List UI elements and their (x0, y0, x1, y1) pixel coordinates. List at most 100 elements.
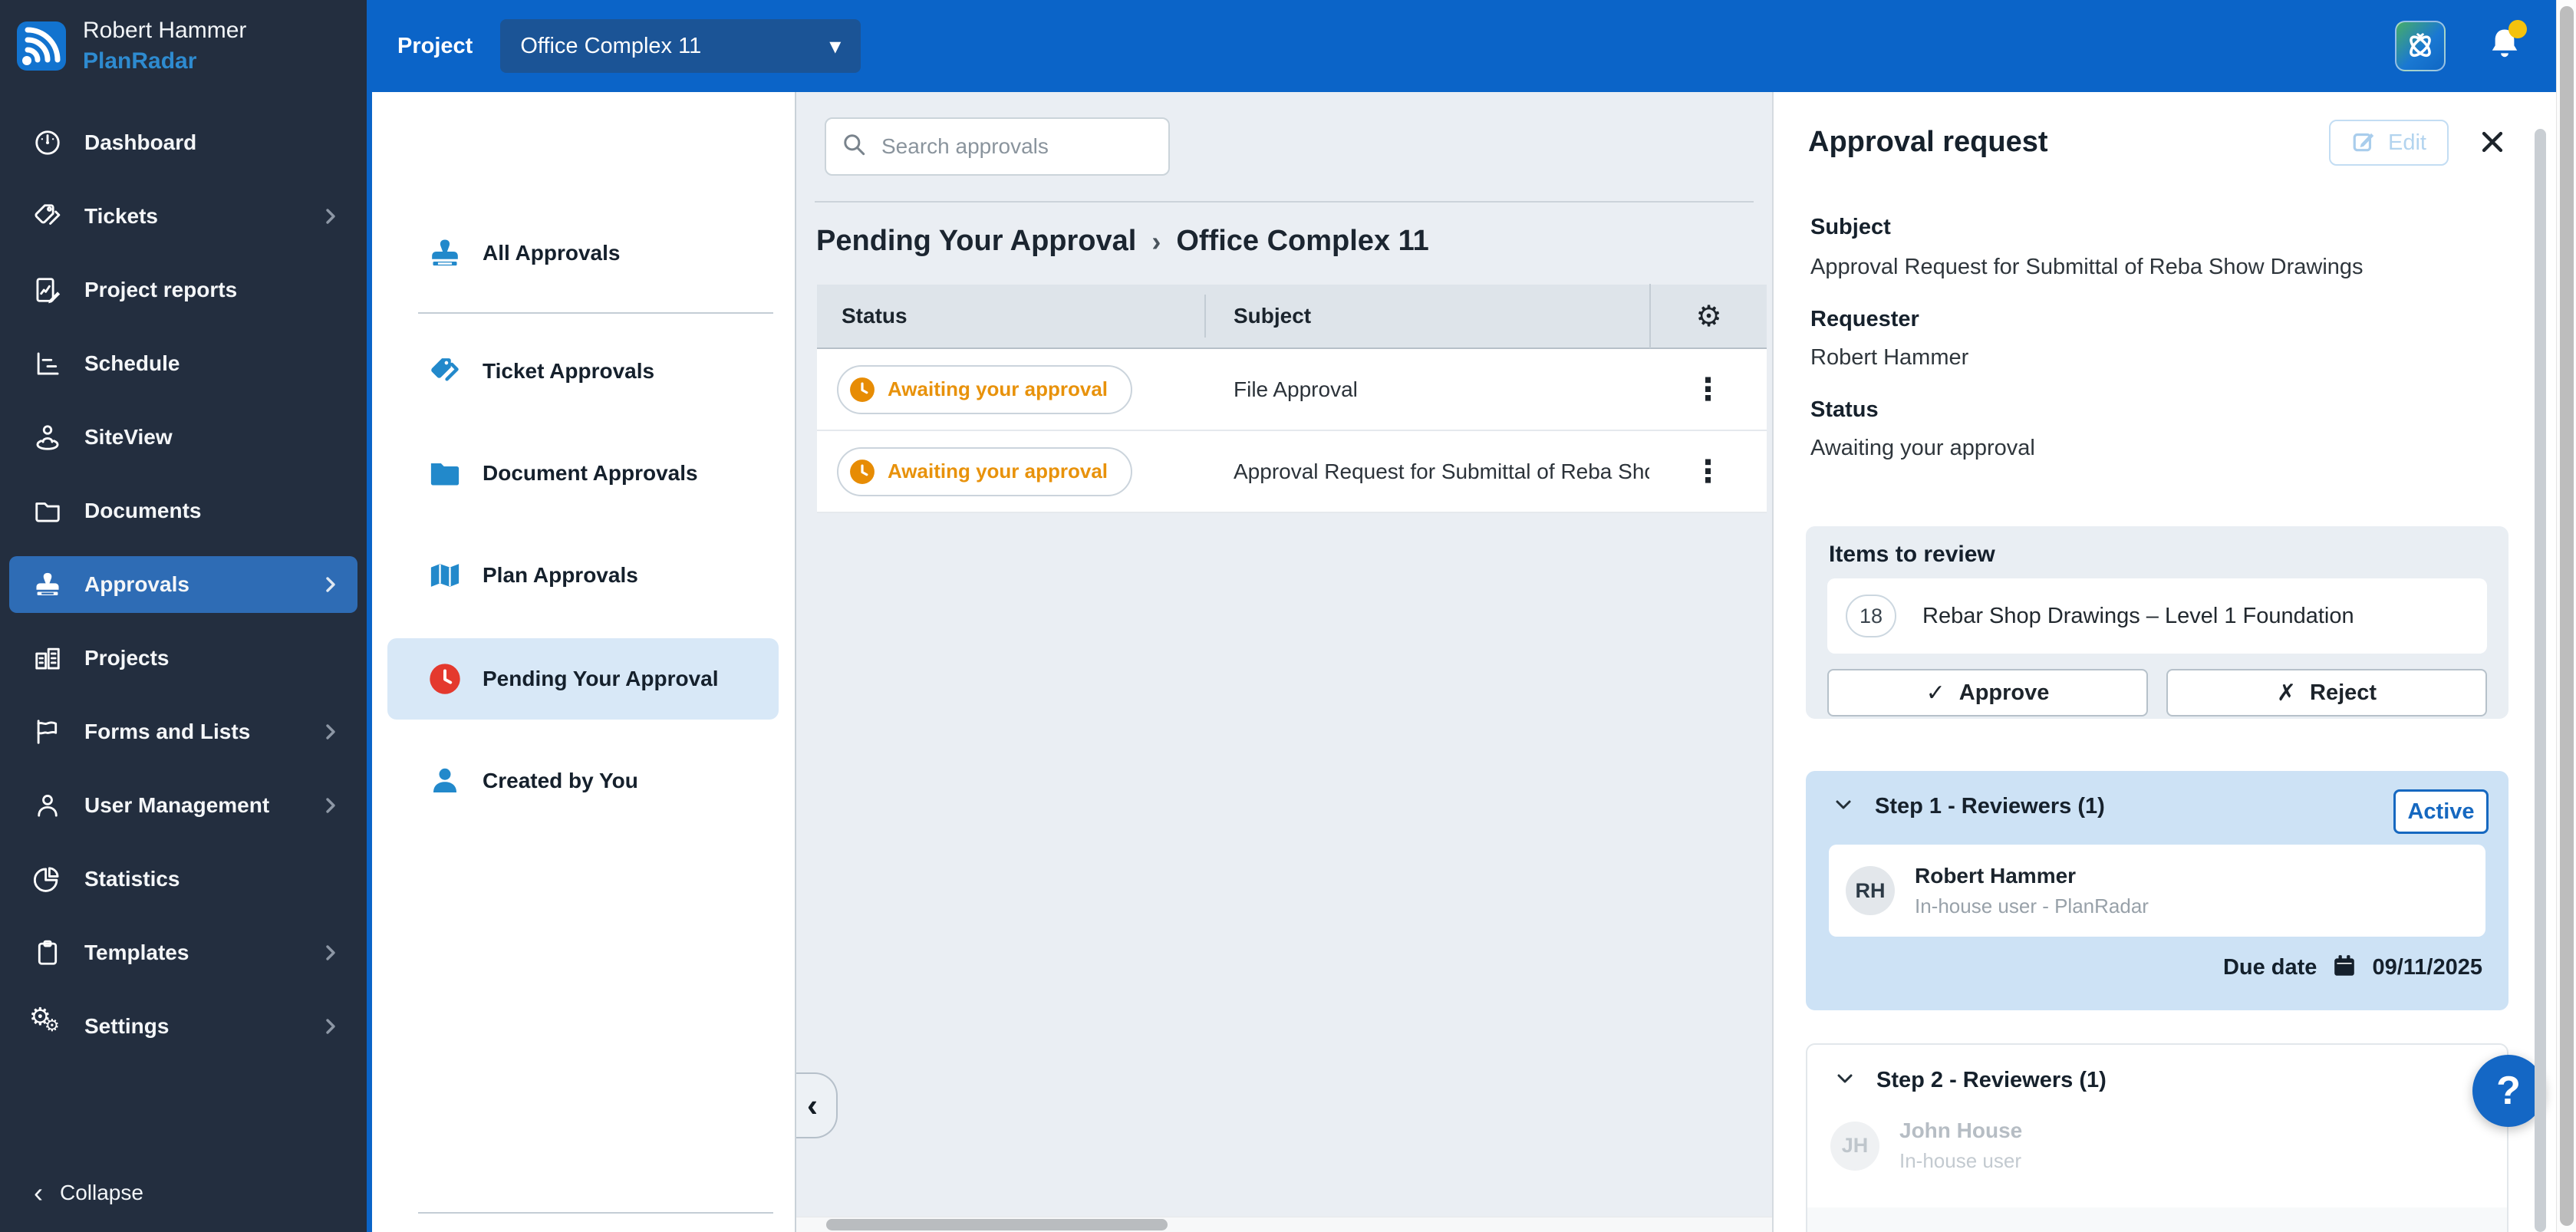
folder-icon (427, 458, 463, 489)
sidebar-item-label: Forms and Lists (84, 720, 251, 743)
approvals-table: Status Subject ⚙ Awaiting your approval … (817, 284, 1767, 513)
person-icon (427, 766, 463, 796)
step-2-footer (1807, 1207, 2507, 1232)
sidebar-item-user-management[interactable]: User Management (0, 769, 367, 842)
breadcrumb-current: Office Complex 11 (1176, 224, 1429, 257)
category-label: All Approvals (483, 241, 621, 265)
step-1-active-badge: Active (2393, 789, 2489, 834)
sidebar-collapse-button[interactable]: ‹ Collapse (0, 1168, 367, 1218)
sidebar-item-tickets[interactable]: Tickets (0, 180, 367, 253)
sidebar-item-approvals-wrap: Approvals (0, 548, 367, 621)
step-2-title: Step 2 - Reviewers (1) (1876, 1068, 2107, 1092)
user-text: Robert Hammer PlanRadar (83, 18, 246, 74)
requester-label: Requester (1810, 307, 1919, 331)
clock-icon (850, 459, 875, 484)
horizontal-scrollbar (796, 1217, 1772, 1232)
search-input[interactable] (881, 134, 1135, 159)
column-header-status[interactable]: Status (817, 304, 1204, 328)
review-item-row[interactable]: 18 Rebar Shop Drawings – Level 1 Foundat… (1827, 578, 2487, 654)
top-bar: Project Office Complex 11 ▾ (368, 0, 2556, 92)
reviewer-card[interactable]: RH Robert Hammer In-house user - PlanRad… (1829, 845, 2485, 937)
clipboard-icon (31, 938, 64, 967)
sidebar-item-forms-and-lists[interactable]: Forms and Lists (0, 695, 367, 769)
category-all-approvals[interactable]: All Approvals (372, 219, 795, 288)
project-selector[interactable]: Office Complex 11 ▾ (500, 19, 861, 73)
divider (815, 201, 1754, 203)
breadcrumb-parent[interactable]: Pending Your Approval (816, 225, 1136, 258)
user-name: Robert Hammer (83, 18, 247, 43)
pie-chart-icon (31, 865, 64, 894)
chevron-right-icon (318, 722, 341, 742)
question-mark-icon: ? (2496, 1069, 2521, 1113)
panel-title: Approval request (1808, 126, 2048, 158)
sidebar-nav: Dashboard Tickets Project reports Schedu… (0, 106, 367, 1063)
breadcrumb-separator-icon: › (1151, 226, 1161, 257)
approval-request-panel: Approval request Edit Subject Approval R… (1772, 92, 2556, 1232)
sidebar-item-label: Tickets (84, 204, 158, 228)
approve-button[interactable]: ✓ Approve (1827, 669, 2148, 716)
planradar-app: Project Office Complex 11 ▾ Robert Hamme… (0, 0, 2576, 1232)
reviewer-info: Robert Hammer In-house user - PlanRadar (1915, 864, 2149, 918)
column-collapse-handle[interactable]: ‹ (795, 1072, 838, 1138)
sidebar-accent-line (367, 0, 372, 1232)
search-box[interactable] (825, 117, 1170, 176)
table-row[interactable]: Awaiting your approval Approval Request … (817, 431, 1767, 513)
step-1-header[interactable]: Step 1 - Reviewers (1) (1832, 794, 2105, 819)
sidebar-item-settings[interactable]: ⚙ ⚙ Settings (0, 990, 367, 1063)
item-number-badge: 18 (1846, 595, 1896, 637)
reviewer-card: JH John House In-house user (1830, 1118, 2022, 1173)
row-actions: ⋮ (1649, 374, 1767, 405)
due-date-label: Due date (2222, 955, 2317, 980)
table-settings-button[interactable]: ⚙ (1649, 284, 1767, 348)
category-plan-approvals[interactable]: Plan Approvals (372, 541, 795, 610)
decision-buttons: ✓ Approve ✗ Reject (1827, 669, 2487, 716)
report-icon (31, 275, 64, 305)
horizontal-scrollbar-thumb[interactable] (826, 1219, 1168, 1230)
sidebar-item-approvals[interactable]: Approvals (9, 556, 357, 613)
panel-scrollbar-thumb[interactable] (2535, 129, 2546, 1232)
sidebar-item-statistics[interactable]: Statistics (0, 842, 367, 916)
due-date-value: 09/11/2025 (2372, 955, 2482, 980)
subject-value: Approval Request for Submittal of Reba S… (1810, 255, 2364, 279)
sidebar-item-templates[interactable]: Templates (0, 916, 367, 990)
table-row[interactable]: Awaiting your approval File Approval ⋮ (817, 349, 1767, 431)
chevron-left-icon: ‹ (34, 1177, 43, 1208)
close-panel-button[interactable] (2479, 129, 2508, 158)
sidebar-item-projects[interactable]: Projects (0, 621, 367, 695)
category-created-by-you[interactable]: Created by You (372, 746, 795, 815)
clock-icon (850, 377, 875, 402)
notifications-button[interactable] (2487, 20, 2527, 66)
cross-icon: ✗ (2276, 680, 2297, 706)
sidebar-item-documents[interactable]: Documents (0, 474, 367, 548)
kebab-menu-icon[interactable]: ⋮ (1693, 456, 1724, 487)
reviewer-role: In-house user (1899, 1149, 2021, 1172)
approvals-list-area: Pending Your Approval › Office Complex 1… (795, 92, 1772, 1232)
category-pending-your-approval[interactable]: Pending Your Approval (387, 638, 779, 720)
page-scrollbar-thumb[interactable] (2560, 6, 2574, 1226)
app-switcher-button[interactable] (2395, 21, 2446, 71)
sidebar-item-label: Approvals (84, 572, 189, 596)
reject-button[interactable]: ✗ Reject (2166, 669, 2487, 716)
sidebar-item-schedule[interactable]: Schedule (0, 327, 367, 400)
chevron-right-icon (318, 1016, 341, 1036)
edit-button-label: Edit (2388, 130, 2426, 155)
kebab-menu-icon[interactable]: ⋮ (1693, 374, 1724, 405)
topbar-actions (2395, 0, 2527, 92)
user-block[interactable]: Robert Hammer PlanRadar (0, 0, 367, 92)
sidebar-item-siteview[interactable]: SiteView (0, 400, 367, 474)
edit-button[interactable]: Edit (2329, 120, 2449, 166)
column-header-subject[interactable]: Subject (1204, 295, 1649, 338)
table-header: Status Subject ⚙ (817, 284, 1767, 349)
sidebar-item-dashboard[interactable]: Dashboard (0, 106, 367, 180)
subject-cell: Approval Request for Submittal of Reba S… (1234, 459, 1649, 483)
category-document-approvals[interactable]: Document Approvals (372, 439, 795, 508)
chevron-right-icon (318, 796, 341, 815)
sidebar-item-label: Documents (84, 499, 202, 522)
chevron-down-icon: ▾ (829, 33, 842, 59)
category-ticket-approvals[interactable]: Ticket Approvals (372, 337, 795, 406)
help-button[interactable]: ? (2472, 1055, 2545, 1127)
subject-cell: File Approval (1234, 377, 1358, 401)
sidebar-item-project-reports[interactable]: Project reports (0, 253, 367, 327)
search-icon (842, 132, 868, 162)
step-2-header[interactable]: Step 2 - Reviewers (1) (1833, 1068, 2107, 1093)
